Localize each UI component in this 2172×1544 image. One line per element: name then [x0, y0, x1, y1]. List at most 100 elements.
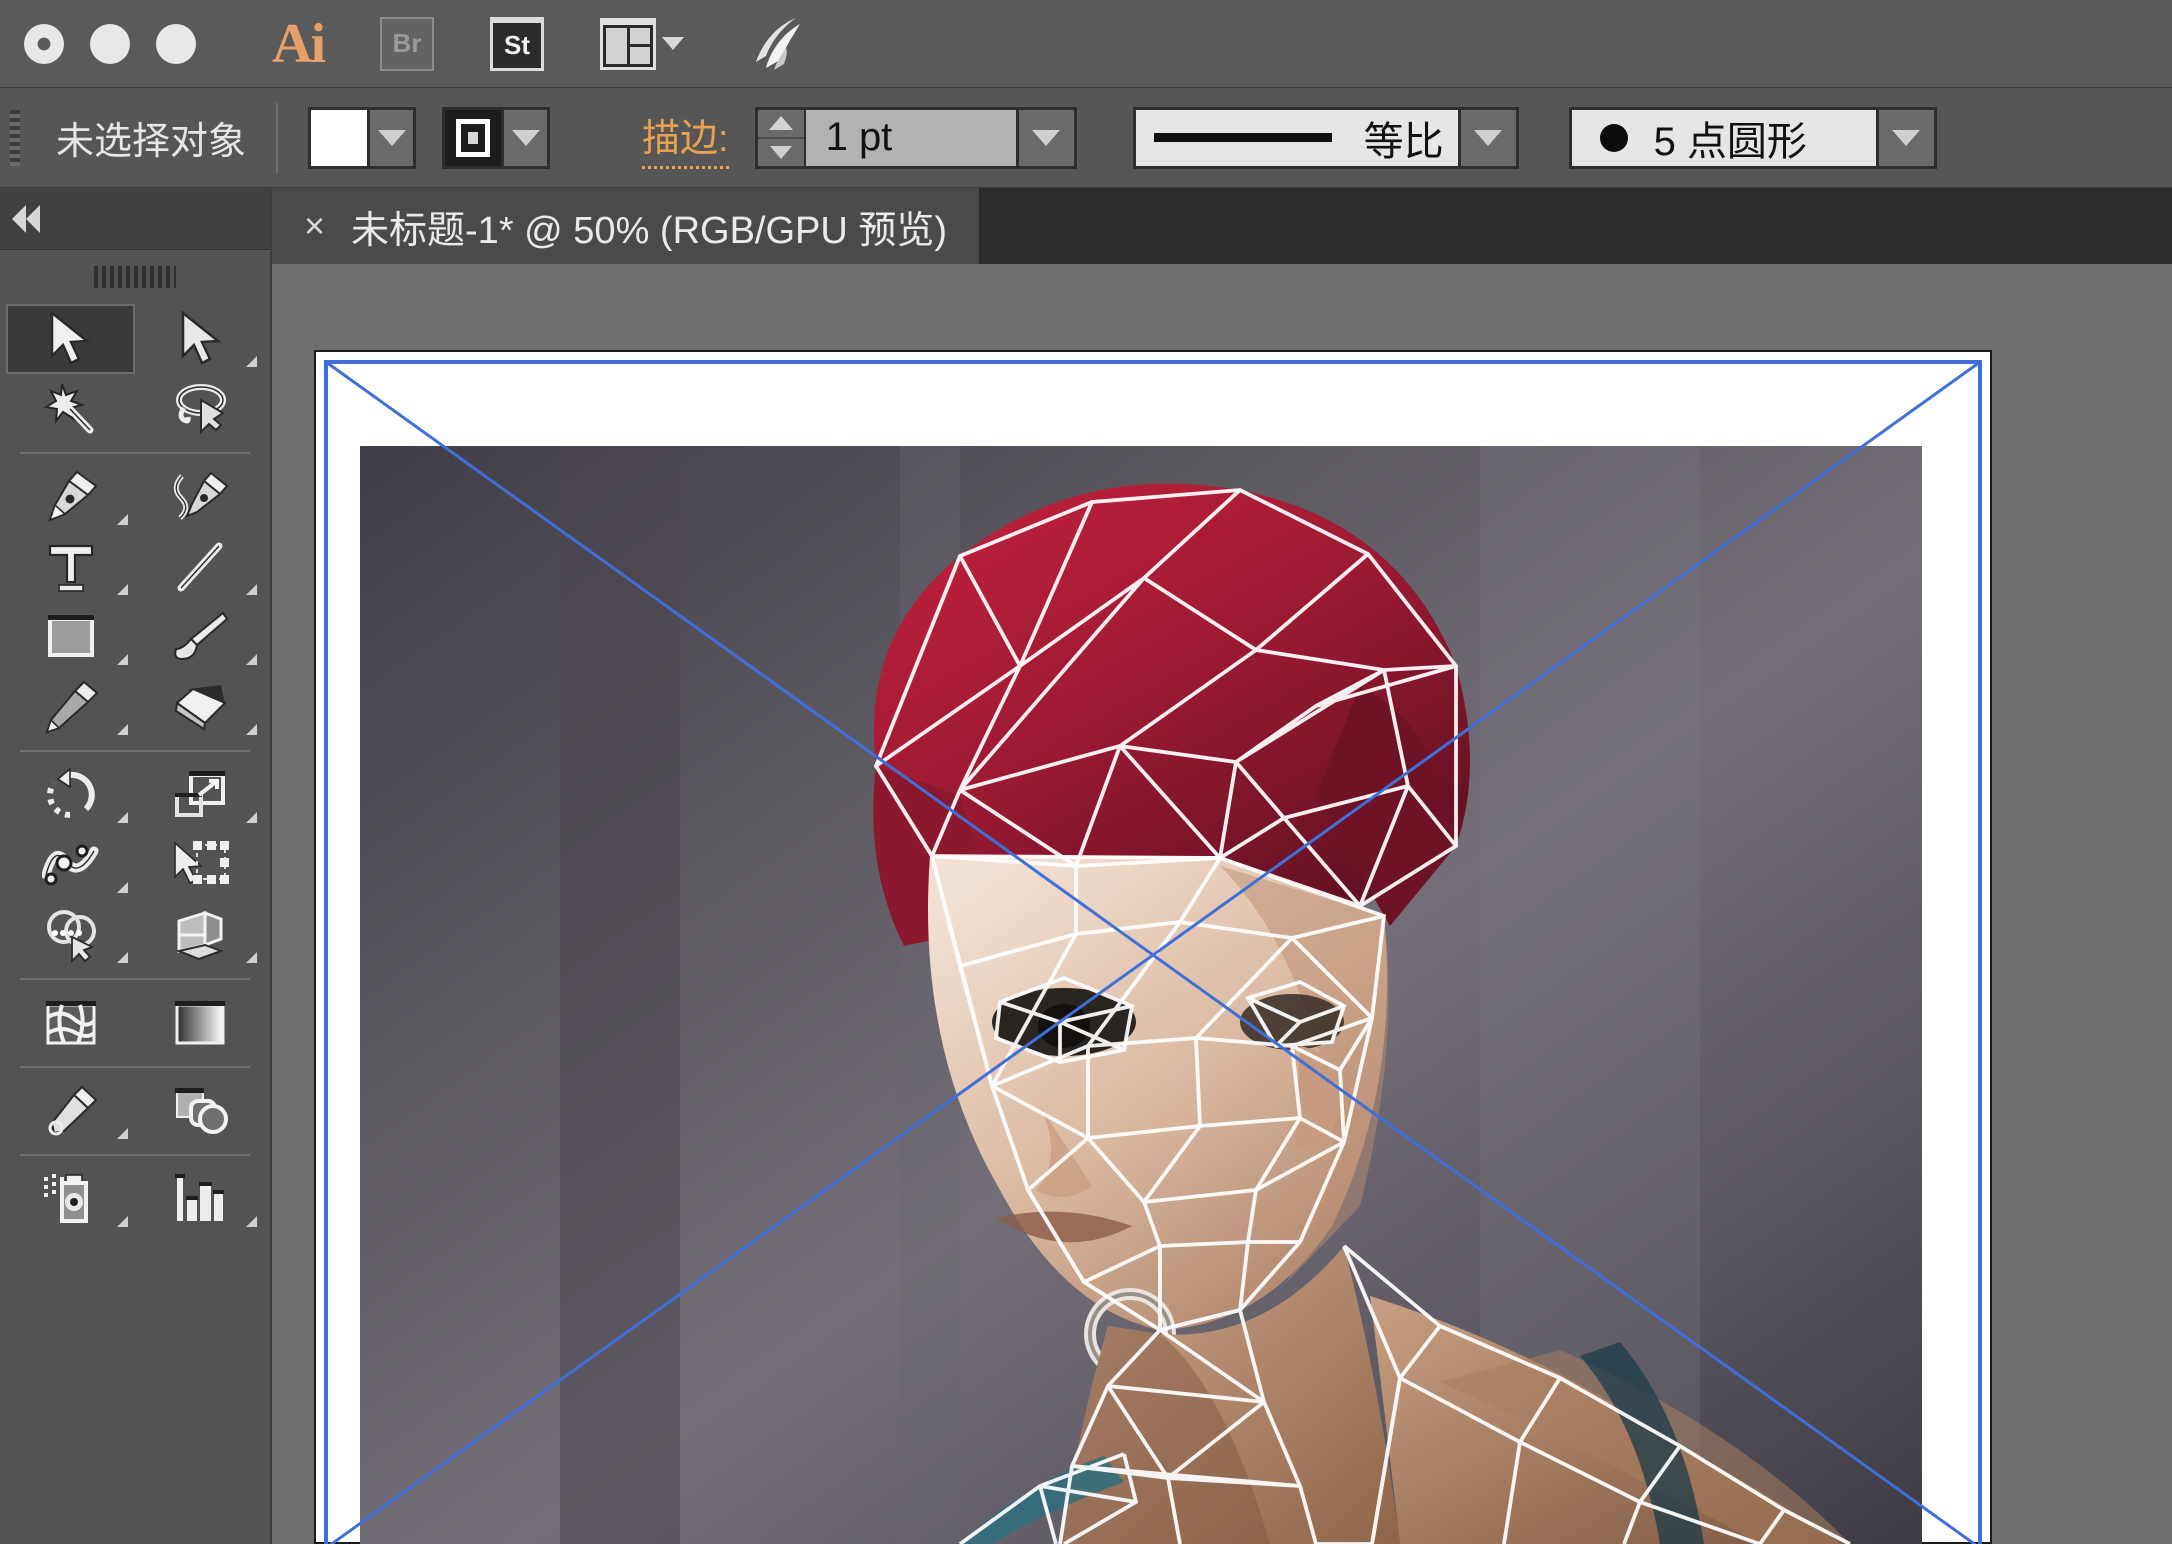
free-transform-tool[interactable] — [135, 830, 264, 900]
stock-button[interactable]: St — [490, 16, 544, 71]
tool-group-indicator — [117, 514, 128, 525]
brush-definition-select[interactable]: 5 点圆形 — [1568, 106, 1937, 169]
tool-divider — [20, 452, 250, 454]
divider — [276, 102, 279, 173]
stroke-weight-field[interactable]: 1 pt — [754, 106, 1077, 169]
stroke-weight-input[interactable]: 1 pt — [805, 109, 1016, 166]
tool-group-indicator — [117, 1128, 128, 1139]
arrange-documents-button[interactable] — [600, 17, 684, 70]
tool-divider — [20, 978, 250, 980]
eraser-icon — [174, 685, 227, 731]
width-tool[interactable] — [6, 830, 135, 900]
stepper-up-button[interactable] — [757, 110, 804, 139]
stroke-color-control[interactable] — [442, 106, 551, 169]
round-brush-icon — [1599, 123, 1628, 152]
tool-divider — [20, 1154, 250, 1156]
selection-tool[interactable] — [6, 304, 135, 374]
curvature-pen-icon — [173, 471, 228, 520]
chevron-down-icon — [662, 37, 684, 50]
tool-group-indicator — [246, 1216, 257, 1227]
gradient-tool[interactable] — [135, 988, 264, 1058]
rectangle-tool[interactable] — [6, 602, 135, 672]
pencil-tool[interactable] — [6, 672, 135, 742]
tools-panel-grip[interactable] — [0, 250, 270, 304]
control-bar: 未选择对象 描边: 1 pt 等比 5 点圆形 — [0, 88, 2172, 188]
fill-swatch[interactable] — [308, 106, 371, 169]
tool-divider — [20, 750, 250, 752]
tool-group-indicator — [117, 1216, 128, 1227]
fill-dropdown-button[interactable] — [370, 106, 417, 169]
scale-tool[interactable] — [135, 760, 264, 830]
tool-group-indicator — [246, 584, 257, 595]
discover-rocket-icon[interactable] — [746, 14, 806, 74]
stepper-down-button[interactable] — [758, 139, 804, 166]
close-icon[interactable]: × — [304, 208, 325, 244]
arrange-documents-icon — [600, 17, 656, 70]
stroke-profile-value[interactable]: 等比 — [1135, 109, 1458, 166]
direct-selection-arrow-icon — [181, 310, 221, 365]
grip-dots-icon — [94, 266, 176, 288]
stroke-profile-dropdown-button[interactable] — [1457, 109, 1516, 166]
perspective-grid-tool[interactable] — [135, 900, 264, 970]
stroke-weight-stepper[interactable] — [757, 109, 806, 166]
blend-tool[interactable] — [135, 1076, 264, 1146]
stroke-swatch[interactable] — [442, 106, 505, 169]
brush-definition-label: 5 点圆形 — [1653, 119, 1807, 164]
direct-selection-tool[interactable] — [135, 304, 264, 374]
chevron-down-icon — [1032, 129, 1061, 146]
brush-definition-dropdown-button[interactable] — [1875, 109, 1934, 166]
shape-builder-icon — [46, 910, 96, 963]
line-segment-icon — [177, 542, 222, 592]
magic-wand-icon — [42, 383, 93, 434]
document-tab-title: 未标题-1* @ 50% (RGB/GPU 预览) — [351, 209, 948, 252]
pencil-icon — [44, 680, 98, 734]
stroke-rings-icon — [456, 118, 491, 157]
width-icon — [41, 844, 98, 886]
column-graph-tool[interactable] — [135, 1164, 264, 1234]
tool-group-indicator — [117, 812, 128, 823]
chevron-down-icon — [1474, 129, 1503, 146]
brush-definition-value[interactable]: 5 点圆形 — [1571, 109, 1876, 166]
stroke-weight-label[interactable]: 描边: — [642, 107, 729, 169]
line-segment-tool[interactable] — [135, 532, 264, 602]
symbol-sprayer-tool[interactable] — [6, 1164, 135, 1234]
eyedropper-tool[interactable] — [6, 1076, 135, 1146]
canvas-area[interactable] — [272, 264, 2172, 1544]
document-tab[interactable]: × 未标题-1* @ 50% (RGB/GPU 预览) — [272, 188, 982, 264]
shape-builder-tool[interactable] — [6, 900, 135, 970]
collapse-panel-button[interactable] — [0, 188, 270, 250]
pen-tool[interactable] — [6, 462, 135, 532]
fill-color-control[interactable] — [308, 106, 417, 169]
mesh-tool[interactable] — [6, 988, 135, 1058]
stroke-dropdown-button[interactable] — [504, 106, 551, 169]
gradient-icon — [174, 1001, 225, 1045]
close-window-button[interactable] — [24, 23, 64, 64]
stroke-weight-dropdown-button[interactable] — [1015, 109, 1074, 166]
stroke-profile-select[interactable]: 等比 — [1132, 106, 1519, 169]
tool-group-indicator — [117, 654, 128, 665]
blend-icon — [174, 1088, 228, 1134]
chevron-down-icon — [377, 129, 406, 146]
rotate-icon — [46, 767, 95, 818]
paintbrush-tool[interactable] — [135, 602, 264, 672]
chevron-down-icon — [511, 129, 540, 146]
eraser-tool[interactable] — [135, 672, 264, 742]
type-T-icon — [48, 544, 93, 592]
magic-wand-tool[interactable] — [6, 374, 135, 444]
lasso-tool[interactable] — [135, 374, 264, 444]
application-bar: Ai Br St — [0, 0, 2172, 88]
control-bar-grip[interactable] — [10, 109, 20, 166]
eyedropper-icon — [48, 1085, 97, 1136]
triangle-down-icon — [769, 145, 792, 159]
zoom-window-button[interactable] — [156, 23, 196, 64]
tool-group-indicator — [117, 584, 128, 595]
curvature-tool[interactable] — [135, 462, 264, 532]
type-tool[interactable] — [6, 532, 135, 602]
bridge-button[interactable]: Br — [380, 16, 434, 71]
artboard-empty-diagonals — [325, 360, 1981, 1544]
minimize-window-button[interactable] — [90, 23, 130, 64]
rotate-tool[interactable] — [6, 760, 135, 830]
tool-group-indicator — [117, 952, 128, 963]
tool-divider — [20, 1066, 250, 1068]
